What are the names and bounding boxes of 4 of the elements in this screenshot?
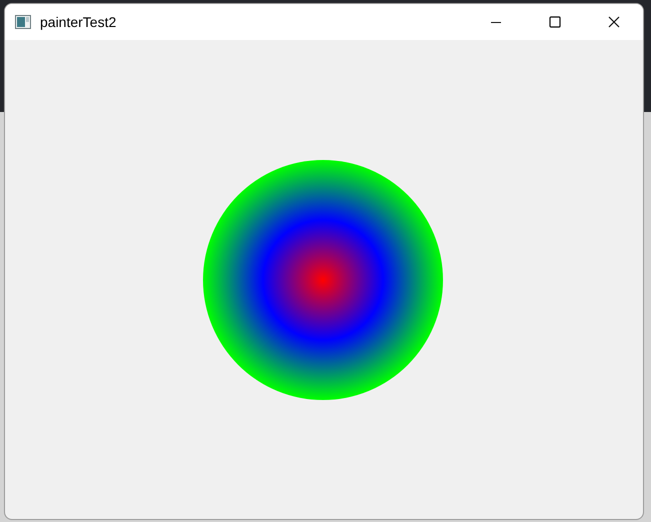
close-icon: [608, 16, 620, 28]
maximize-icon: [548, 16, 560, 28]
window-title: painterTest2: [40, 14, 116, 30]
app-icon: [15, 15, 31, 29]
